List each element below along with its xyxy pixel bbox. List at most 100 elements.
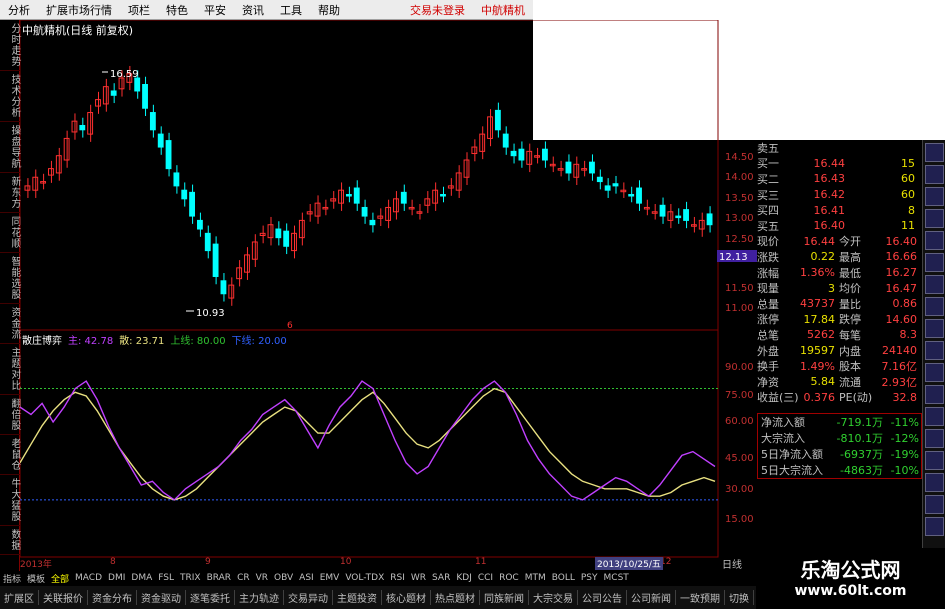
high-label: 16.59 [110, 69, 139, 80]
indicator-tab[interactable]: 全部 [48, 572, 72, 585]
indicator-tab[interactable]: RSI [387, 573, 408, 583]
bottom-tab[interactable]: 公司新闻 [627, 590, 676, 605]
indicator-tab[interactable]: BOLL [549, 573, 578, 583]
toolbar-icon[interactable] [925, 385, 944, 404]
menu-features[interactable]: 特色 [158, 2, 196, 18]
bottom-tab[interactable]: 公司公告 [578, 590, 627, 605]
indicator-tab[interactable]: ASI [296, 573, 317, 583]
left-tab-4[interactable]: 同花顺 [0, 213, 20, 253]
indicator-tab[interactable]: BRAR [204, 573, 234, 583]
left-tab-0[interactable]: 分时走势 [0, 20, 20, 71]
left-tab-9[interactable]: 老鼠仓 [0, 435, 20, 475]
stat-label: 股本 [839, 360, 861, 374]
bottom-tab[interactable]: 一致预期 [676, 590, 725, 605]
indicator-tab[interactable]: 模板 [24, 572, 48, 585]
indicator-tab[interactable]: SAR [429, 573, 453, 583]
stat-value: 2.93亿 [881, 375, 918, 389]
bottom-tab[interactable]: 逐笔委托 [186, 590, 235, 605]
low-label: 10.93 [196, 308, 225, 319]
menu-tools[interactable]: 工具 [272, 2, 310, 18]
bottom-tab[interactable]: 主力轨迹 [235, 590, 284, 605]
indicator-tick: 90.00 [725, 362, 754, 373]
indicator-tab[interactable]: PSY [578, 573, 601, 583]
indicator-tab[interactable]: FSL [155, 573, 177, 583]
toolbar-icon[interactable] [925, 363, 944, 382]
toolbar-icon[interactable] [925, 143, 944, 162]
candle-body [589, 161, 595, 174]
toolbar-icon[interactable] [925, 319, 944, 338]
toolbar-icon[interactable] [925, 165, 944, 184]
left-tab-2[interactable]: 操盘导航 [0, 122, 20, 173]
indicator-tab[interactable]: EMV [317, 573, 343, 583]
menu-columns[interactable]: 项栏 [120, 2, 158, 18]
bottom-tab[interactable]: 资金驱动 [137, 590, 186, 605]
candle-body [542, 148, 548, 161]
price-tick: 11.50 [725, 283, 754, 294]
candle-body [173, 172, 180, 187]
login-status[interactable]: 交易未登录 [402, 2, 473, 18]
indicator-tab[interactable]: WR [408, 573, 429, 583]
indicator-tab[interactable]: MTM [522, 573, 549, 583]
candle-body [651, 211, 658, 214]
indicator-tab[interactable]: TRIX [177, 573, 204, 583]
right-toolbar [922, 140, 945, 570]
date-axis: 2013年 8 9 10 11 12 2013/10/25/五 [20, 557, 720, 570]
price-tick: 13.50 [725, 193, 754, 204]
bottom-tab[interactable]: 交易异动 [284, 590, 333, 605]
toolbar-icon[interactable] [925, 495, 944, 514]
candle-body [165, 140, 172, 170]
period-label[interactable]: 日线 [722, 556, 742, 571]
left-tab-1[interactable]: 技术分析 [0, 71, 20, 122]
stat-value: 0.376 [803, 390, 836, 404]
toolbar-icon[interactable] [925, 187, 944, 206]
indicator-tab[interactable]: CCI [475, 573, 496, 583]
indicator-tab[interactable]: DMA [128, 573, 155, 583]
toolbar-icon[interactable] [925, 231, 944, 250]
indicator-tab[interactable]: ROC [496, 573, 522, 583]
left-tab-7[interactable]: 主题对比 [0, 344, 20, 395]
left-tab-3[interactable]: 新东方 [0, 173, 20, 213]
toolbar-icon[interactable] [925, 407, 944, 426]
toolbar-icon[interactable] [925, 517, 944, 536]
indicator-tab[interactable]: DMI [105, 573, 128, 583]
toolbar-icon[interactable] [925, 297, 944, 316]
toolbar-icon[interactable] [925, 253, 944, 272]
toolbar-icon[interactable] [925, 209, 944, 228]
indicator-tab[interactable]: OBV [271, 573, 296, 583]
left-tab-10[interactable]: 牛大猛股 [0, 475, 20, 526]
left-tab-11[interactable]: 数据 [0, 526, 20, 555]
bottom-tab[interactable]: 热点题材 [431, 590, 480, 605]
menu-pingan[interactable]: 平安 [196, 2, 234, 18]
bottom-tab[interactable]: 关联报价 [39, 590, 88, 605]
left-tab-5[interactable]: 智能选股 [0, 253, 20, 304]
toolbar-icon[interactable] [925, 275, 944, 294]
bottom-tab[interactable]: 扩展区 [0, 590, 39, 605]
stat-label: 外盘 [757, 344, 779, 358]
left-tab-8[interactable]: 翻倍股 [0, 395, 20, 435]
bottom-tab[interactable]: 切换 [725, 590, 754, 605]
indicator-tab[interactable]: VOL-TDX [342, 573, 387, 583]
toolbar-icon[interactable] [925, 341, 944, 360]
bottom-tab[interactable]: 主题投资 [333, 590, 382, 605]
bottom-tab[interactable]: 大宗交易 [529, 590, 578, 605]
menu-analysis[interactable]: 分析 [0, 2, 38, 18]
indicator-tab[interactable]: MACD [72, 573, 105, 583]
indicator-tab[interactable]: KDJ [453, 573, 475, 583]
bottom-tab[interactable]: 核心题材 [382, 590, 431, 605]
flow-row: 5日大宗流入 -4863万 -10% [758, 462, 921, 478]
menu-extended-market[interactable]: 扩展市场行情 [38, 2, 120, 18]
toolbar-icon[interactable] [925, 451, 944, 470]
stat-label: 涨停 [757, 313, 779, 327]
indicator-tab[interactable]: MCST [601, 573, 632, 583]
indicator-tab[interactable]: VR [253, 573, 271, 583]
menu-news[interactable]: 资讯 [234, 2, 272, 18]
toolbar-icon[interactable] [925, 429, 944, 448]
toolbar-icon[interactable] [925, 473, 944, 492]
indicator-tab[interactable]: 指标 [0, 572, 24, 585]
indicator-tab[interactable]: CR [234, 573, 253, 583]
left-tab-6[interactable]: 资金流 [0, 304, 20, 344]
bottom-tab[interactable]: 资金分布 [88, 590, 137, 605]
menu-help[interactable]: 帮助 [310, 2, 348, 18]
bottom-tab[interactable]: 同族新闻 [480, 590, 529, 605]
flow-pct: -10% [890, 463, 919, 477]
